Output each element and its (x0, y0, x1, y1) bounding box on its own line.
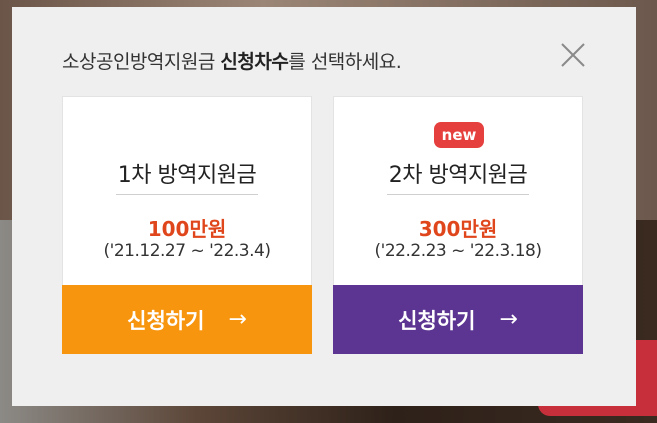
modal-title-prefix: 소상공인방역지원금 (62, 51, 221, 73)
round-1-apply-button[interactable]: 신청하기 → (62, 285, 312, 354)
round-2-title: 2차 방역지원금 (334, 157, 582, 195)
modal-title: 소상공인방역지원금 신청차수를 선택하세요. (62, 47, 402, 74)
arrow-right-icon: → (228, 307, 247, 332)
round-2-apply-button[interactable]: 신청하기 → (333, 285, 583, 354)
modal-title-emphasis: 신청차수 (220, 51, 289, 73)
round-1-amount: 100만원 (147, 217, 227, 241)
round-2-amount: 300만원 (418, 217, 498, 241)
round-1-apply-label: 신청하기 (127, 308, 205, 333)
round-select-modal: 소상공인방역지원금 신청차수를 선택하세요. 1차 방역지원금 100만원 ('… (12, 7, 636, 406)
round-1-card-body: 1차 방역지원금 100만원 ('21.12.27 ~ '22.3.4) (63, 97, 311, 285)
round-1-title: 1차 방역지원금 (63, 157, 311, 195)
new-badge: new (434, 122, 484, 148)
round-1-card: 1차 방역지원금 100만원 ('21.12.27 ~ '22.3.4) 신청하… (62, 96, 312, 354)
arrow-right-icon: → (499, 307, 518, 332)
round-2-card-body: new 2차 방역지원금 300만원 ('22.2.23 ~ '22.3.18) (334, 97, 582, 285)
round-1-period: ('21.12.27 ~ '22.3.4) (103, 241, 271, 261)
close-button[interactable] (560, 42, 586, 68)
close-icon (561, 43, 585, 67)
modal-title-suffix: 를 선택하세요. (288, 51, 402, 73)
round-2-period: ('22.2.23 ~ '22.3.18) (374, 241, 542, 261)
round-2-card: new 2차 방역지원금 300만원 ('22.2.23 ~ '22.3.18)… (333, 96, 583, 354)
round-2-apply-label: 신청하기 (398, 308, 476, 333)
